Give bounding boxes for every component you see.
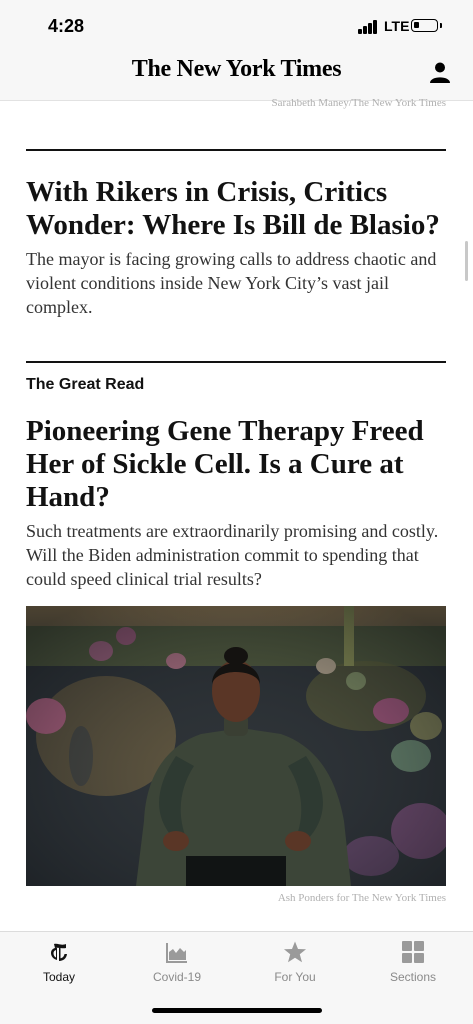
battery-tip bbox=[440, 23, 442, 28]
tab-for-you[interactable]: For You bbox=[236, 932, 354, 992]
article-headline[interactable]: Pioneering Gene Therapy Freed Her of Sic… bbox=[26, 415, 446, 514]
article-headline[interactable]: With Rikers in Crisis, Critics Wonder: W… bbox=[26, 176, 446, 242]
tab-label: For You bbox=[274, 970, 316, 984]
nyt-logo-icon bbox=[51, 943, 67, 961]
tab-label: Sections bbox=[389, 970, 437, 984]
tab-today[interactable]: Today bbox=[0, 932, 118, 992]
grid-icon bbox=[402, 941, 424, 963]
section-divider bbox=[26, 149, 446, 151]
signal-icon bbox=[358, 20, 380, 34]
star-icon bbox=[284, 941, 306, 963]
article-summary[interactable]: The mayor is facing growing calls to add… bbox=[26, 247, 446, 319]
chart-icon bbox=[166, 943, 187, 963]
article-photo[interactable] bbox=[26, 606, 446, 886]
battery-icon bbox=[411, 19, 438, 32]
article-kicker[interactable]: The Great Read bbox=[26, 376, 144, 394]
tab-covid[interactable]: Covid-19 bbox=[118, 932, 236, 992]
section-divider bbox=[26, 361, 446, 363]
network-label: LTE bbox=[384, 18, 410, 34]
tab-sections[interactable]: Sections bbox=[354, 932, 472, 992]
nyt-masthead[interactable]: The New York Times bbox=[0, 56, 473, 83]
status-time: 4:28 bbox=[48, 16, 85, 36]
scrollbar[interactable] bbox=[465, 241, 468, 281]
tab-label: Covid-19 bbox=[152, 970, 202, 984]
app-header: The New York Times bbox=[0, 50, 473, 101]
photo-credit: Ash Ponders for The New York Times bbox=[277, 892, 446, 904]
account-icon[interactable] bbox=[428, 60, 452, 84]
article-summary[interactable]: Such treatments are extraordinarily prom… bbox=[26, 519, 446, 591]
status-bar: 4:28 LTE bbox=[0, 0, 473, 50]
photo-credit: Sarahbeth Maney/The New York Times bbox=[271, 97, 446, 109]
tab-label: Today bbox=[42, 970, 76, 984]
home-indicator[interactable] bbox=[152, 1008, 322, 1013]
